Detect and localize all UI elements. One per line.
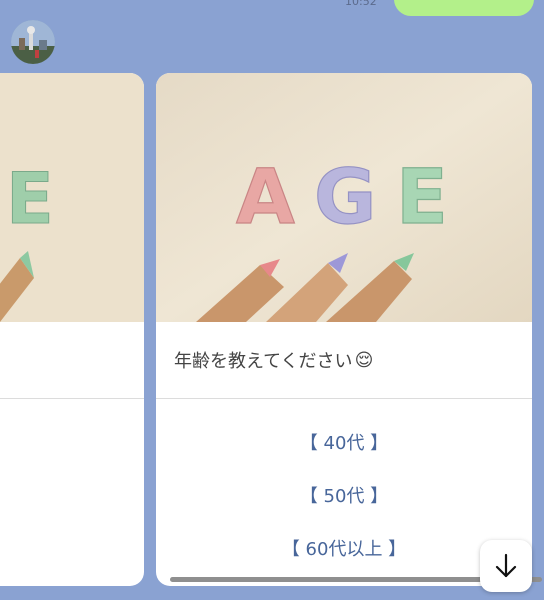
relieved-face-icon: 😌 [354,349,374,371]
carousel-card-previous[interactable]: E 】 】 [0,73,144,586]
avatar[interactable] [11,20,55,64]
option-40s-button[interactable]: 【 40代 】 [156,429,532,455]
arrow-down-icon [495,553,517,578]
option-50s-button[interactable]: 【 50代 】 [156,482,532,508]
card-image: E [0,73,144,322]
carousel-card-age: A G E 年齢を教えてください 😌 【 40代 】 【 50代 】 【 60代以… [156,73,532,586]
question-text: 年齢を教えてください 😌 [156,322,532,399]
card-question-fragment [0,322,144,399]
image-letter-e: E [396,152,448,241]
image-letter-e: E [6,158,54,240]
image-letter-g: G [314,152,376,241]
sent-message-bubble[interactable] [394,0,534,16]
option-60s-plus-button[interactable]: 【 60代以上 】 [156,535,532,561]
image-letter-a: A [236,152,295,241]
card-image-age: A G E [156,73,532,322]
scroll-to-bottom-button[interactable] [480,540,532,592]
question-label: 年齢を教えてください [174,351,353,372]
message-timestamp: 10:52 [345,0,377,8]
